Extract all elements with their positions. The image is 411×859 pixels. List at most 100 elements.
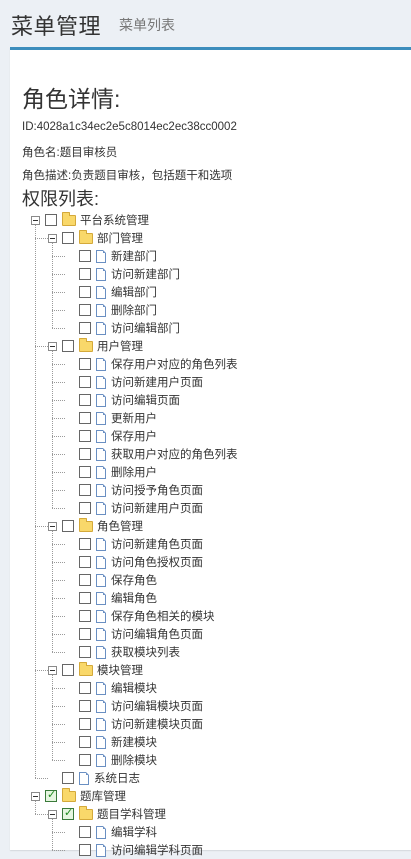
node-label[interactable]: 新建部门 [111,248,157,264]
node-label[interactable]: 访问授予角色页面 [111,482,203,498]
node-checkbox[interactable] [79,466,91,478]
node-label[interactable]: 访问编辑部门 [111,320,180,336]
tree-node[interactable]: 访问角色授权页面 [65,553,203,571]
node-checkbox[interactable] [79,826,91,838]
tree-node[interactable]: 删除模块 [65,751,157,769]
tree-node[interactable]: 题目学科管理 [48,805,166,823]
node-label[interactable]: 保存用户对应的角色列表 [111,356,238,372]
tree-node[interactable]: 用户管理 [48,337,143,355]
node-checkbox[interactable] [79,556,91,568]
tree-node[interactable]: 访问新建模块页面 [65,715,203,733]
node-label[interactable]: 部门管理 [97,230,143,246]
node-label[interactable]: 访问新建角色页面 [111,536,203,552]
collapse-toggle-icon[interactable] [48,665,57,675]
node-checkbox[interactable] [79,628,91,640]
node-checkbox[interactable] [62,772,74,784]
collapse-toggle-icon[interactable] [48,521,57,531]
node-checkbox[interactable] [62,520,74,532]
node-checkbox[interactable] [79,592,91,604]
tree-node[interactable]: 访问编辑角色页面 [65,625,203,643]
tree-node[interactable]: 删除用户 [65,463,157,481]
node-label[interactable]: 访问编辑学科页面 [111,842,203,858]
node-label[interactable]: 编辑角色 [111,590,157,606]
node-checkbox[interactable] [79,430,91,442]
node-checkbox[interactable] [79,844,91,856]
node-label[interactable]: 访问编辑页面 [111,392,180,408]
node-checkbox[interactable] [79,394,91,406]
node-label[interactable]: 删除用户 [111,464,157,480]
tree-node[interactable]: 题库管理 [31,787,126,805]
tree-node[interactable]: 删除部门 [65,301,157,319]
node-checkbox[interactable] [62,806,74,820]
node-checkbox[interactable] [79,646,91,658]
node-checkbox[interactable] [62,664,74,676]
node-checkbox[interactable] [79,250,91,262]
node-label[interactable]: 删除部门 [111,302,157,318]
node-label[interactable]: 新建模块 [111,734,157,750]
node-label[interactable]: 删除模块 [111,752,157,768]
collapse-toggle-icon[interactable] [48,341,57,351]
node-label[interactable]: 获取模块列表 [111,644,180,660]
node-label[interactable]: 系统日志 [94,770,140,786]
node-checkbox[interactable] [79,484,91,496]
tree-node[interactable]: 访问编辑学科页面 [65,841,203,859]
tree-node[interactable]: 编辑模块 [65,679,157,697]
tree-node[interactable]: 访问授予角色页面 [65,481,203,499]
tree-node[interactable]: 保存角色相关的模块 [65,607,215,625]
node-label[interactable]: 编辑模块 [111,680,157,696]
node-checkbox[interactable] [45,214,57,226]
node-label[interactable]: 保存角色相关的模块 [111,608,215,624]
node-checkbox[interactable] [79,682,91,694]
collapse-toggle-icon[interactable] [31,215,40,225]
collapse-toggle-icon[interactable] [31,791,40,801]
node-label[interactable]: 平台系统管理 [80,212,149,228]
node-checkbox[interactable] [79,574,91,586]
node-checkbox[interactable] [79,502,91,514]
node-checkbox[interactable] [79,700,91,712]
node-label[interactable]: 访问角色授权页面 [111,554,203,570]
node-label[interactable]: 访问新建模块页面 [111,716,203,732]
tree-node[interactable]: 编辑部门 [65,283,157,301]
tree-node[interactable]: 编辑学科 [65,823,157,841]
node-checkbox[interactable] [62,232,74,244]
tree-node[interactable]: 访问编辑模块页面 [65,697,203,715]
node-checkbox[interactable] [62,340,74,352]
node-checkbox[interactable] [45,788,57,802]
tree-node[interactable]: 系统日志 [48,769,140,787]
node-checkbox[interactable] [79,610,91,622]
tree-node[interactable]: 角色管理 [48,517,143,535]
node-checkbox[interactable] [79,736,91,748]
tree-node[interactable]: 获取模块列表 [65,643,180,661]
node-checkbox[interactable] [79,448,91,460]
collapse-toggle-icon[interactable] [48,809,57,819]
node-label[interactable]: 更新用户 [111,410,157,426]
tree-node[interactable]: 访问新建用户页面 [65,499,203,517]
node-label[interactable]: 编辑部门 [111,284,157,300]
node-checkbox[interactable] [79,376,91,388]
tree-node[interactable]: 模块管理 [48,661,143,679]
node-checkbox[interactable] [79,754,91,766]
node-label[interactable]: 模块管理 [97,662,143,678]
tree-node[interactable]: 获取用户对应的角色列表 [65,445,238,463]
tree-node[interactable]: 新建部门 [65,247,157,265]
tree-node[interactable]: 访问新建用户页面 [65,373,203,391]
collapse-toggle-icon[interactable] [48,233,57,243]
tree-node[interactable]: 保存角色 [65,571,157,589]
node-label[interactable]: 访问新建部门 [111,266,180,282]
tree-node[interactable]: 部门管理 [48,229,143,247]
node-checkbox[interactable] [79,268,91,280]
tree-node[interactable]: 平台系统管理 [31,211,149,229]
node-label[interactable]: 用户管理 [97,338,143,354]
node-checkbox[interactable] [79,304,91,316]
node-checkbox[interactable] [79,322,91,334]
node-label[interactable]: 保存角色 [111,572,157,588]
node-checkbox[interactable] [79,538,91,550]
node-label[interactable]: 获取用户对应的角色列表 [111,446,238,462]
node-label[interactable]: 保存用户 [111,428,157,444]
tree-node[interactable]: 保存用户对应的角色列表 [65,355,238,373]
node-checkbox[interactable] [79,358,91,370]
tree-node[interactable]: 更新用户 [65,409,157,427]
node-label[interactable]: 题库管理 [80,788,126,804]
tree-node[interactable]: 新建模块 [65,733,157,751]
node-checkbox[interactable] [79,286,91,298]
